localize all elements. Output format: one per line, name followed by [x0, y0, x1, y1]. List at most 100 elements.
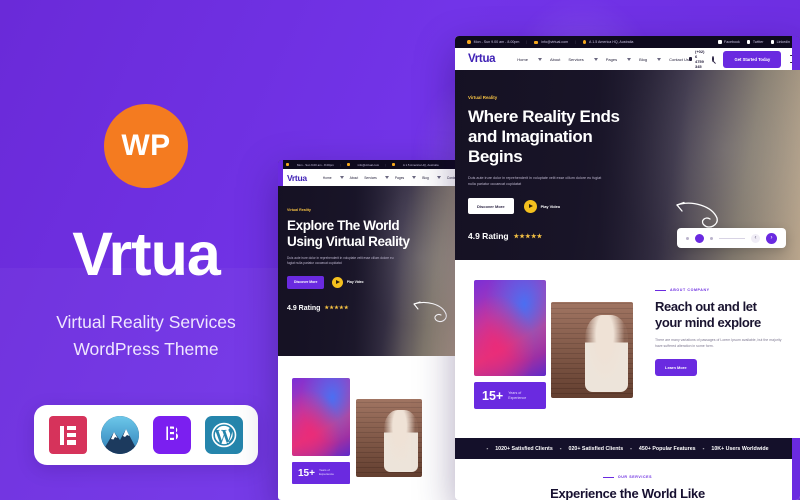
slider-dot-active[interactable] [695, 233, 704, 243]
stats-dot-0: - [486, 445, 489, 452]
slider-prev-button[interactable]: ‹ [751, 233, 760, 243]
secondary-logo[interactable]: Vrtua [287, 173, 307, 183]
primary-experience-text: Years of Experience [508, 391, 526, 400]
nav-item-home[interactable]: Home [323, 176, 332, 180]
topbar-email-item[interactable]: info@virtual.com [534, 40, 568, 44]
primary-rating-stars: ★★★★★ [513, 233, 543, 240]
nav-item-services[interactable]: Services [568, 57, 583, 62]
services-title: Experience the World Like [550, 486, 705, 500]
secondary-topbar: Mon - Sun 9.00 am - 8.00pm | info@virtua… [278, 160, 460, 169]
twitter-link[interactable]: Twitter [746, 40, 764, 44]
secondary-hero-content: Virtual Reality Explore The World Using … [278, 186, 460, 312]
slider-dot-1[interactable] [686, 236, 689, 240]
primary-hero-title-line-2: and Imagination [468, 127, 593, 147]
stat-item-2: 020+ Satisfied Clients [568, 445, 624, 452]
nav-item-about[interactable]: About [550, 57, 560, 62]
wordpress-icon [205, 416, 243, 455]
stats-dot-3: - [702, 445, 705, 452]
nav-item-home[interactable]: Home [517, 57, 528, 62]
secondary-hero-title-line-1: Explore The World [287, 218, 400, 233]
about-title-line-1: Reach out and let [655, 299, 757, 314]
bootstrap-letter: B [165, 424, 179, 446]
wp-logo-badge: WP [104, 104, 188, 188]
mail-icon [346, 163, 350, 166]
play-icon[interactable] [332, 276, 344, 288]
wp-logo-text: WP [121, 129, 171, 162]
primary-about-section: 15+ Years of Experience ABOUT COMPANY Re… [455, 260, 800, 438]
slider-track [719, 237, 745, 239]
secondary-rating: 4.9 Rating ★★★★★ [287, 305, 460, 312]
linkedin-icon[interactable] [770, 40, 775, 44]
facebook-label[interactable]: Facebook [724, 40, 740, 44]
nav-item-blog[interactable]: Blog [639, 57, 647, 62]
mountain-icon [101, 416, 139, 455]
nav-item-pages[interactable]: Pages [606, 57, 617, 62]
elementor-icon [49, 416, 87, 455]
primary-hero-title-line-1: Where Reality Ends [468, 107, 620, 126]
services-eyebrow: OUR SERVICES [455, 475, 800, 479]
primary-play-video-label[interactable]: Play Video [541, 204, 561, 209]
secondary-experience-line-2: Experience [318, 472, 334, 476]
primary-hero-title-line-3: Begins [468, 147, 523, 167]
secondary-hero-title: Explore The World Using Virtual Reality [287, 218, 460, 249]
nav-item-contact[interactable]: Contact Us [669, 57, 689, 62]
secondary-discover-more-button[interactable]: Discover More [287, 275, 325, 289]
stat-item-3: 450+ Popular Features [638, 445, 696, 452]
primary-nav-links[interactable]: Home About Services Pages Blog Contact U… [517, 57, 689, 62]
facebook-link[interactable]: Facebook [717, 40, 740, 44]
facebook-icon[interactable] [717, 40, 722, 44]
nav-item-about[interactable]: About [350, 176, 359, 180]
secondary-site-mockup[interactable]: Mon - Sun 9.00 am - 8.00pm | info@virtua… [278, 160, 460, 500]
primary-discover-more-button[interactable]: Discover More [468, 198, 514, 215]
secondary-play-video-control[interactable]: Play Video [332, 276, 364, 288]
search-icon[interactable] [712, 56, 716, 64]
linkedin-link[interactable]: Linkedin [770, 40, 790, 44]
stats-marquee: - 1020+ Satisfied Clients - 020+ Satisfi… [455, 438, 800, 459]
stat-item-1: 1020+ Satisfied Clients [495, 445, 553, 452]
nav-item-pages[interactable]: Pages [395, 176, 404, 180]
secondary-play-video-label[interactable]: Play Video [347, 280, 364, 284]
learn-more-button[interactable]: Learn More [655, 359, 697, 377]
bootstrap-icon: B [153, 416, 191, 455]
primary-logo[interactable]: Vrtua [468, 53, 496, 65]
linkedin-label[interactable]: Linkedin [777, 40, 790, 44]
nav-item-services[interactable]: Services [364, 176, 377, 180]
secondary-hero: Virtual Reality Explore The World Using … [278, 186, 460, 356]
secondary-experience-badge: 15+ Years of Experience [292, 462, 350, 484]
primary-topbar-socials[interactable]: Facebook Twitter Linkedin [717, 40, 790, 44]
primary-phone-number[interactable]: (+02) 6 4759 345 [695, 49, 704, 69]
primary-experience-badge: 15+ Years of Experience [474, 382, 546, 409]
twitter-icon[interactable] [746, 40, 751, 44]
secondary-rating-stars: ★★★★★ [324, 305, 349, 312]
page-title: Vrtua [72, 220, 221, 288]
slider-dot-3[interactable] [710, 236, 713, 240]
primary-vr-woman-image [551, 302, 633, 398]
secondary-experience-text: Years of Experience [319, 469, 334, 476]
secondary-hero-paragraph: Duis aute irure dolor in reprehenderit i… [287, 256, 394, 266]
primary-play-video-control[interactable]: Play Video [523, 199, 561, 213]
secondary-hero-eyebrow: Virtual Reality [287, 208, 311, 212]
primary-phone[interactable]: (+02) 6 4759 345 [688, 49, 704, 69]
secondary-nav-links[interactable]: Home About Services Pages Blog Contact U… [323, 176, 460, 180]
play-icon[interactable] [523, 199, 537, 213]
secondary-rating-value: 4.9 Rating [287, 304, 321, 312]
topbar-email[interactable]: info@virtual.com [358, 163, 380, 167]
twitter-label[interactable]: Twitter [753, 40, 764, 44]
primary-hero-content: Virtual Reality Where Reality Ends and I… [455, 70, 800, 241]
stat-item-4: 10K+ Users Worldwide [711, 445, 769, 452]
secondary-hero-buttons: Discover More Play Video [287, 275, 460, 289]
get-started-button[interactable]: Get Started Today [723, 50, 782, 68]
hero-slider-nav[interactable]: ‹ › [677, 228, 786, 248]
primary-site-mockup[interactable]: Mon - Sun 9.00 am - 8.00pm | info@virtua… [455, 36, 800, 500]
topbar-hours: Mon - Sun 9.00 am - 8.00pm [297, 162, 334, 167]
primary-topbar-email[interactable]: info@virtual.com [541, 40, 568, 44]
about-paragraph: There are many variations of passages of… [655, 338, 782, 348]
primary-hero-buttons: Discover More Play Video [468, 198, 800, 215]
topbar-address-item: A 1.5 America HQ, Australia [583, 40, 633, 44]
nav-item-blog[interactable]: Blog [422, 176, 429, 180]
about-title-line-2: your mind explore [655, 314, 761, 330]
phone-icon [688, 57, 693, 61]
slider-next-button[interactable]: › [766, 232, 777, 244]
mail-icon [534, 40, 539, 44]
about-eyebrow-label: ABOUT COMPANY [670, 288, 710, 292]
